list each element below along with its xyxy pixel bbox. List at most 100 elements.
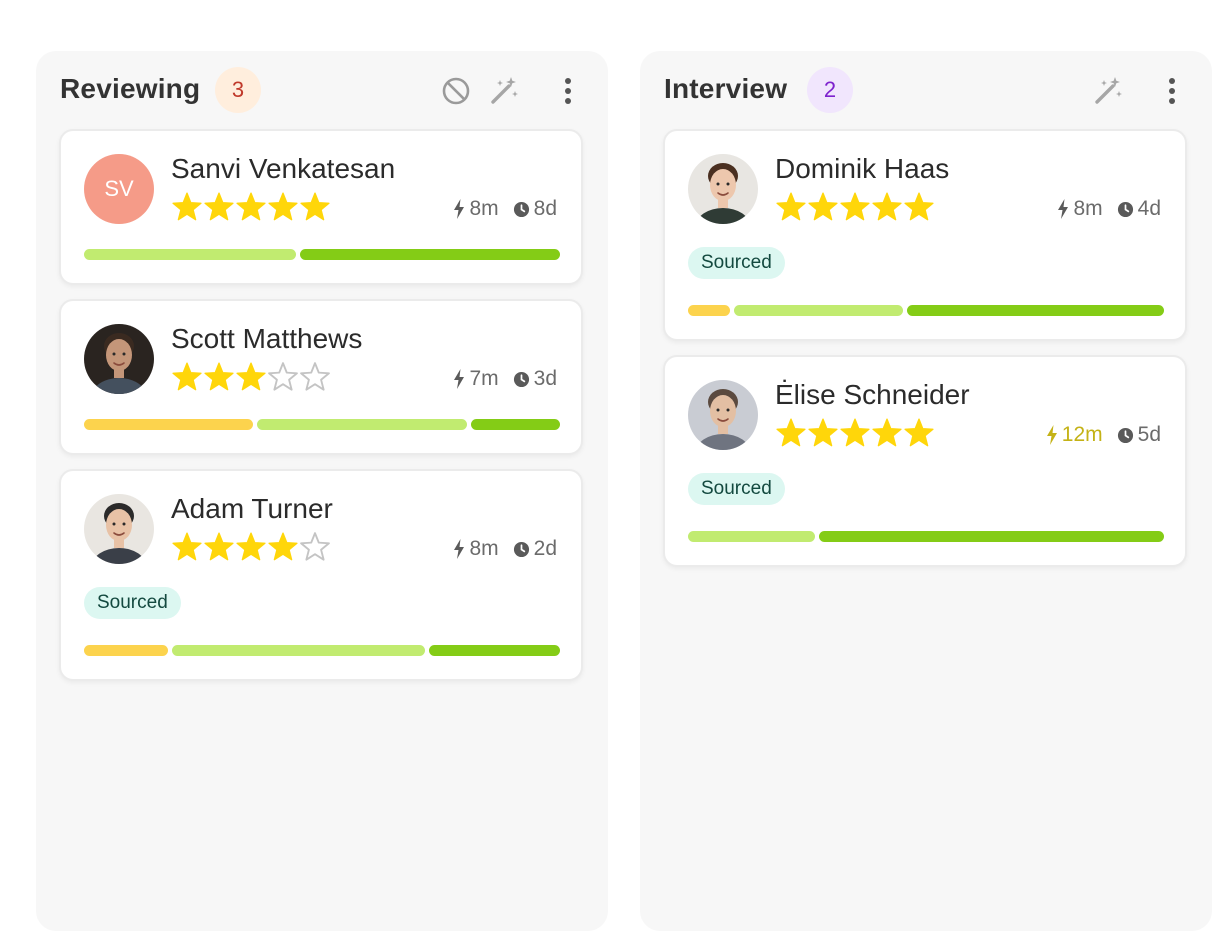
activity-time: 12m (1046, 423, 1103, 447)
activity-time: 8m (453, 537, 499, 561)
candidate-card[interactable]: SV Sanvi Venkatesan 8m 8d (59, 129, 583, 285)
person-photo-icon (84, 324, 154, 394)
card-meta: 7m 3d (453, 367, 557, 391)
person-photo-icon (688, 380, 758, 450)
progress-segment (256, 419, 468, 430)
avatar[interactable] (84, 324, 154, 394)
progress-segment (428, 645, 560, 656)
progress-bar (84, 249, 560, 260)
more-vert-icon[interactable] (1156, 75, 1188, 107)
progress-bar (84, 419, 560, 430)
star-filled-icon[interactable] (903, 191, 935, 223)
age-value: 5d (1137, 423, 1161, 446)
more-vert-icon[interactable] (552, 75, 584, 107)
star-filled-icon[interactable] (807, 417, 839, 449)
activity-time: 8m (1057, 197, 1103, 221)
progress-segment (734, 305, 903, 316)
activity-time: 8m (453, 197, 499, 221)
candidate-card[interactable]: Dominik Haas 8m 4d Sourced (663, 129, 1187, 341)
avatar[interactable] (84, 494, 154, 564)
candidate-card[interactable]: Scott Matthews 7m 3d (59, 299, 583, 455)
progress-segment (84, 645, 169, 656)
star-empty-icon[interactable] (267, 361, 299, 393)
sourced-tag[interactable]: Sourced (688, 473, 785, 505)
star-rating[interactable] (775, 417, 935, 449)
candidate-name[interactable]: Dominik Haas (775, 153, 949, 185)
avatar-initials: SV (104, 176, 134, 201)
star-filled-icon[interactable] (871, 417, 903, 449)
age-value: 4d (1137, 197, 1161, 220)
progress-segment (688, 305, 731, 316)
avatar[interactable] (688, 380, 758, 450)
age-time: 4d (1117, 197, 1161, 221)
star-rating[interactable] (171, 531, 331, 563)
sourced-tag[interactable]: Sourced (688, 247, 785, 279)
candidate-card[interactable]: Ėlise Schneider 12m 5d Sourced (663, 355, 1187, 567)
activity-value: 8m (469, 537, 499, 560)
lightning-icon (454, 199, 465, 219)
candidate-card[interactable]: Adam Turner 8m 2d Sourced (59, 469, 583, 681)
candidate-name[interactable]: Adam Turner (171, 493, 333, 525)
star-filled-icon[interactable] (871, 191, 903, 223)
star-filled-icon[interactable] (775, 417, 807, 449)
card-meta: 8m 4d (1057, 197, 1161, 221)
pipeline-column-interview: Interview 2 Dominik Haas 8m 4d Sourced Ėlise S… (640, 51, 1212, 931)
progress-bar (84, 645, 560, 656)
star-empty-icon[interactable] (299, 361, 331, 393)
star-filled-icon[interactable] (299, 191, 331, 223)
age-value: 2d (533, 537, 557, 560)
card-meta: 12m 5d (1046, 423, 1161, 447)
star-rating[interactable] (171, 191, 331, 223)
count-badge: 2 (807, 67, 853, 113)
age-value: 3d (533, 367, 557, 390)
star-filled-icon[interactable] (839, 417, 871, 449)
activity-value: 8m (1073, 197, 1103, 220)
progress-bar (688, 531, 1164, 542)
lightning-icon (1058, 199, 1069, 219)
pipeline-column-reviewing: Reviewing 3 SV Sanvi Venkatesan 8m 8d Scott Ma… (36, 51, 608, 931)
star-filled-icon[interactable] (235, 191, 267, 223)
activity-value: 7m (469, 367, 499, 390)
star-filled-icon[interactable] (775, 191, 807, 223)
avatar[interactable]: SV (84, 154, 154, 224)
clock-icon (1117, 427, 1133, 443)
star-filled-icon[interactable] (235, 361, 267, 393)
activity-value: 12m (1061, 423, 1103, 446)
clock-icon (513, 371, 529, 387)
avatar[interactable] (688, 154, 758, 224)
star-filled-icon[interactable] (171, 191, 203, 223)
star-rating[interactable] (171, 361, 331, 393)
progress-segment (471, 419, 560, 430)
lightning-icon (1046, 425, 1057, 445)
magic-wand-icon[interactable] (488, 75, 520, 107)
star-rating[interactable] (775, 191, 935, 223)
star-filled-icon[interactable] (235, 531, 267, 563)
star-filled-icon[interactable] (839, 191, 871, 223)
candidate-name[interactable]: Scott Matthews (171, 323, 362, 355)
progress-segment (84, 419, 253, 430)
star-filled-icon[interactable] (203, 361, 235, 393)
star-filled-icon[interactable] (807, 191, 839, 223)
age-time: 2d (513, 537, 557, 561)
column-title: Interview (664, 73, 788, 104)
progress-segment (819, 531, 1164, 542)
candidate-name[interactable]: Sanvi Venkatesan (171, 153, 395, 185)
star-filled-icon[interactable] (903, 417, 935, 449)
star-filled-icon[interactable] (203, 531, 235, 563)
star-empty-icon[interactable] (299, 531, 331, 563)
magic-wand-icon[interactable] (1092, 75, 1124, 107)
sourced-tag[interactable]: Sourced (84, 587, 181, 619)
star-filled-icon[interactable] (267, 531, 299, 563)
person-photo-icon (688, 154, 758, 224)
clock-icon (513, 541, 529, 557)
star-filled-icon[interactable] (203, 191, 235, 223)
star-filled-icon[interactable] (267, 191, 299, 223)
block-icon[interactable] (440, 75, 472, 107)
star-filled-icon[interactable] (171, 361, 203, 393)
lightning-icon (454, 369, 465, 389)
lightning-icon (454, 539, 465, 559)
progress-segment (906, 305, 1164, 316)
progress-segment (300, 249, 560, 260)
star-filled-icon[interactable] (171, 531, 203, 563)
candidate-name[interactable]: Ėlise Schneider (775, 379, 970, 411)
